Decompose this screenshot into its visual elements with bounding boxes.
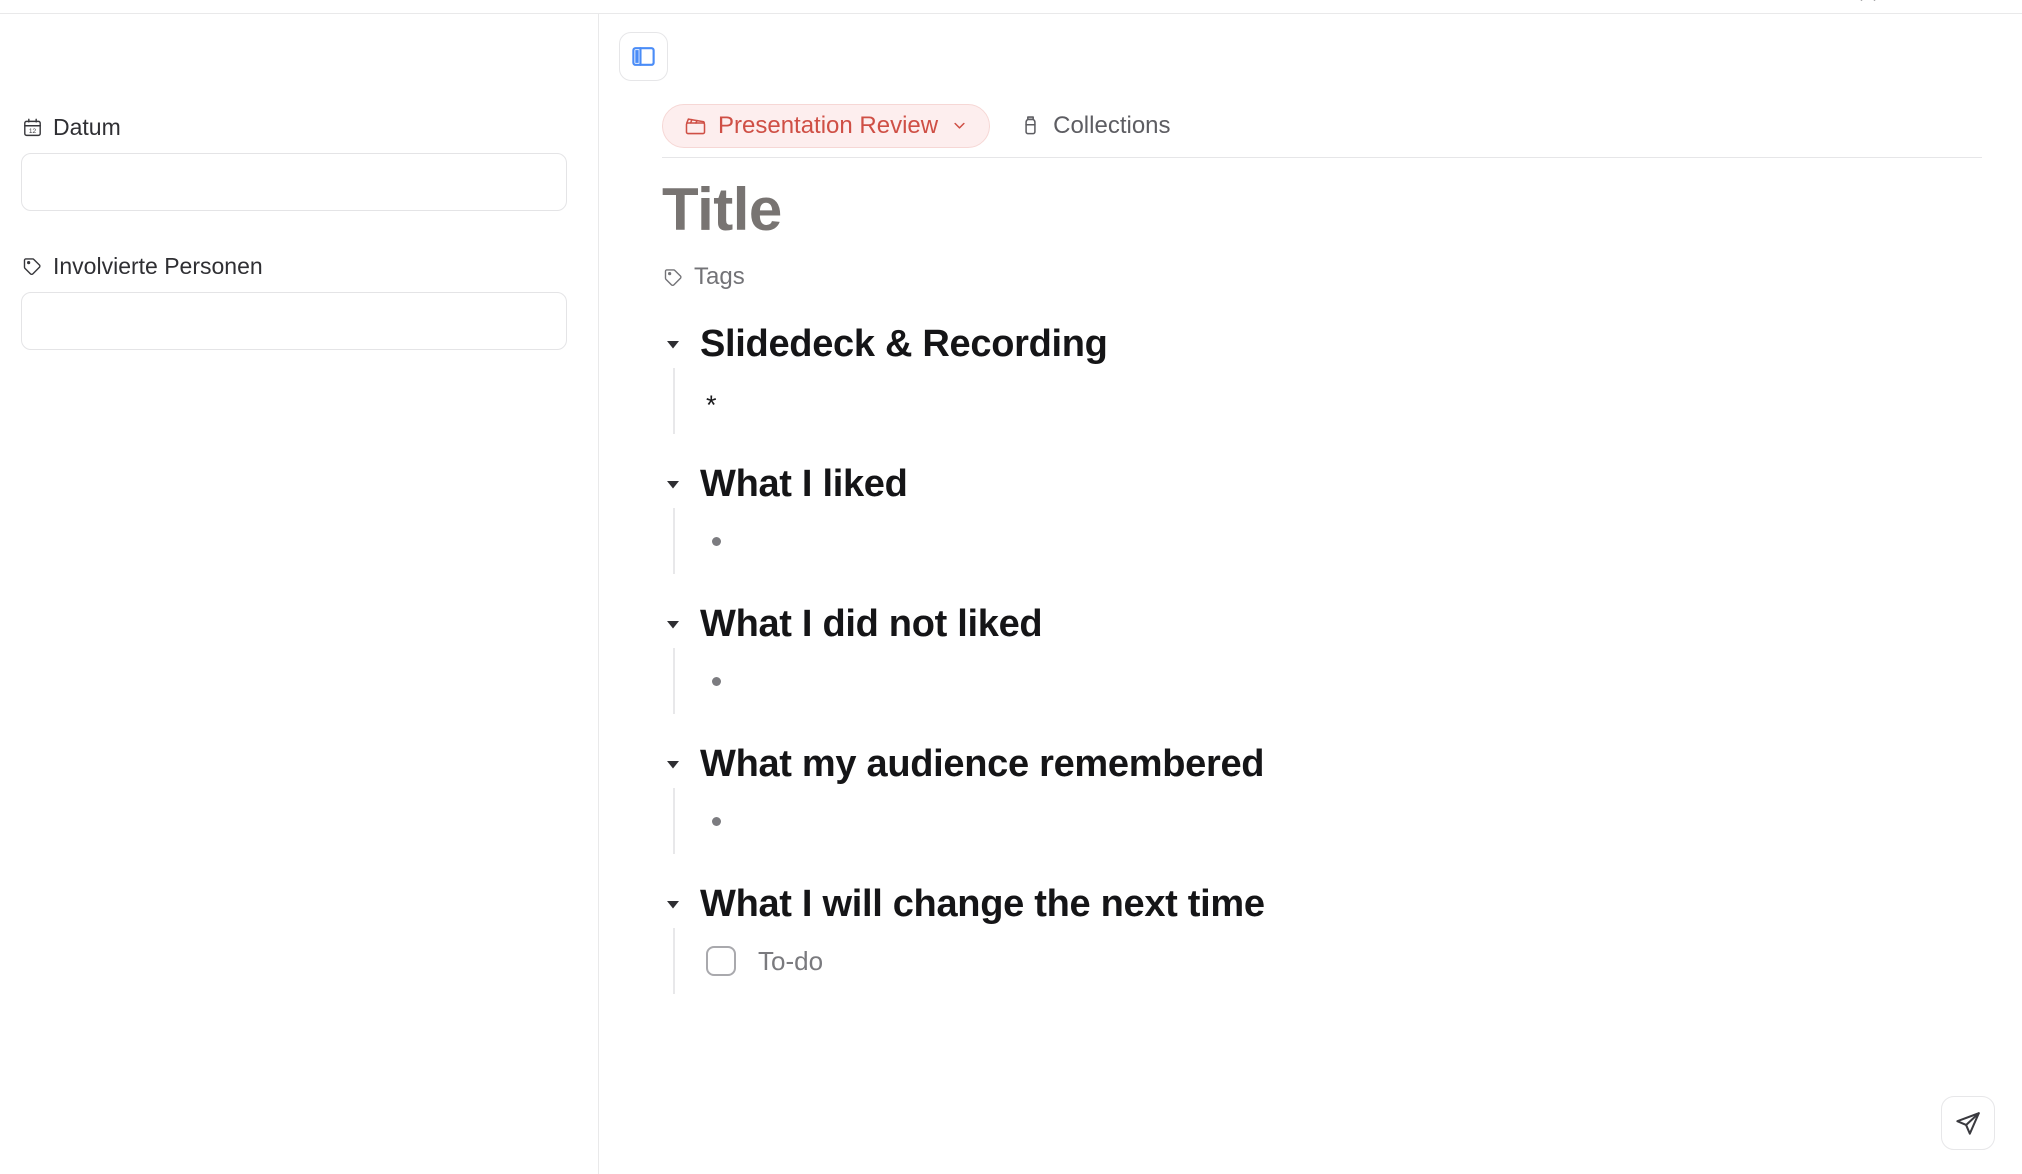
tab-presentation-review[interactable]: Presentation Review <box>662 103 991 148</box>
tab-bar: Presentation Review Collections <box>662 94 1982 158</box>
section-header: What I will change the next time <box>662 880 2002 928</box>
section-slidedeck-recording: Slidedeck & Recording * <box>662 320 2002 434</box>
section-title[interactable]: Slidedeck & Recording <box>700 321 1108 367</box>
section-body <box>673 788 2002 854</box>
tag-icon <box>662 266 684 288</box>
tag-icon <box>21 255 43 277</box>
sidebar-toggle-button[interactable] <box>619 32 668 81</box>
section-body <box>673 508 2002 574</box>
todo-label[interactable]: To-do <box>758 946 823 976</box>
tags-row[interactable]: Tags <box>662 260 2002 294</box>
involvierte-personen-input[interactable] <box>21 292 567 350</box>
field-label-involvierte-personen: Involvierte Personen <box>21 253 567 279</box>
more-horizontal-icon[interactable] <box>1785 0 1811 10</box>
section-what-my-audience-remembered: What my audience remembered <box>662 740 2002 854</box>
section-title[interactable]: What I liked <box>700 461 908 507</box>
section-title[interactable]: What I will change the next time <box>700 881 1265 927</box>
list-item[interactable] <box>706 521 2002 561</box>
app-window: 12 Datum Involvierte Personen Presentati… <box>0 0 2022 1174</box>
properties-sidebar: 12 Datum Involvierte Personen <box>0 14 599 1174</box>
jar-icon <box>1018 114 1042 138</box>
section-what-i-will-change-the-next-time: What I will change the next time To-do <box>662 880 2002 994</box>
sidebar-panel-icon <box>630 43 657 70</box>
page-title[interactable]: Title <box>662 174 2002 250</box>
send-button[interactable] <box>1941 1096 1995 1150</box>
section-title[interactable]: What my audience remembered <box>700 741 1265 787</box>
tab-label: Presentation Review <box>718 111 939 139</box>
clapperboard-icon <box>683 114 707 138</box>
triangle-down-icon[interactable] <box>662 893 684 915</box>
field-label-text: Involvierte Personen <box>53 253 263 279</box>
field-group-datum: 12 Datum <box>21 114 567 211</box>
chevron-expand-icon[interactable] <box>1855 0 1881 10</box>
list-item[interactable] <box>706 661 2002 701</box>
tab-collections[interactable]: Collections <box>1014 104 1174 148</box>
triangle-down-icon[interactable] <box>662 473 684 495</box>
section-body <box>673 648 2002 714</box>
field-group-involvierte-personen: Involvierte Personen <box>21 253 567 350</box>
section-what-i-did-not-liked: What I did not liked <box>662 600 2002 714</box>
section-title[interactable]: What I did not liked <box>700 601 1043 647</box>
document-body: Title Tags Slidedeck & Recording * What … <box>662 174 2002 994</box>
bullet-marker <box>712 816 721 826</box>
tab-label: Collections <box>1053 111 1171 139</box>
section-body: To-do <box>673 928 2002 994</box>
datum-input[interactable] <box>21 153 567 211</box>
todo-checkbox[interactable] <box>706 946 736 976</box>
bullet-marker <box>712 676 721 686</box>
list-item[interactable]: * <box>706 381 2002 421</box>
triangle-down-icon[interactable] <box>662 613 684 635</box>
tags-label: Tags <box>694 263 745 290</box>
minus-icon[interactable] <box>1927 0 1953 10</box>
svg-text:12: 12 <box>28 127 36 134</box>
section-header: What my audience remembered <box>662 740 2002 788</box>
todo-item[interactable]: To-do <box>706 941 2002 981</box>
send-icon <box>1954 1109 1983 1138</box>
field-label-text: Datum <box>53 114 121 140</box>
field-label-datum: 12 Datum <box>21 114 567 140</box>
section-header: What I liked <box>662 460 2002 508</box>
section-header: Slidedeck & Recording <box>662 320 2002 368</box>
calendar-icon: 12 <box>21 116 43 138</box>
bullet-marker <box>712 536 721 546</box>
chevron-down-icon[interactable] <box>949 116 969 136</box>
triangle-down-icon[interactable] <box>662 753 684 775</box>
window-titlebar-strip <box>0 0 2022 14</box>
triangle-down-icon[interactable] <box>662 333 684 355</box>
section-body: * <box>673 368 2002 434</box>
asterisk-marker: * <box>706 390 717 420</box>
section-header: What I did not liked <box>662 600 2002 648</box>
section-what-i-liked: What I liked <box>662 460 2002 574</box>
editor-pane: Presentation Review Collections Title Ta… <box>600 14 2022 1174</box>
list-item[interactable] <box>706 801 2002 841</box>
